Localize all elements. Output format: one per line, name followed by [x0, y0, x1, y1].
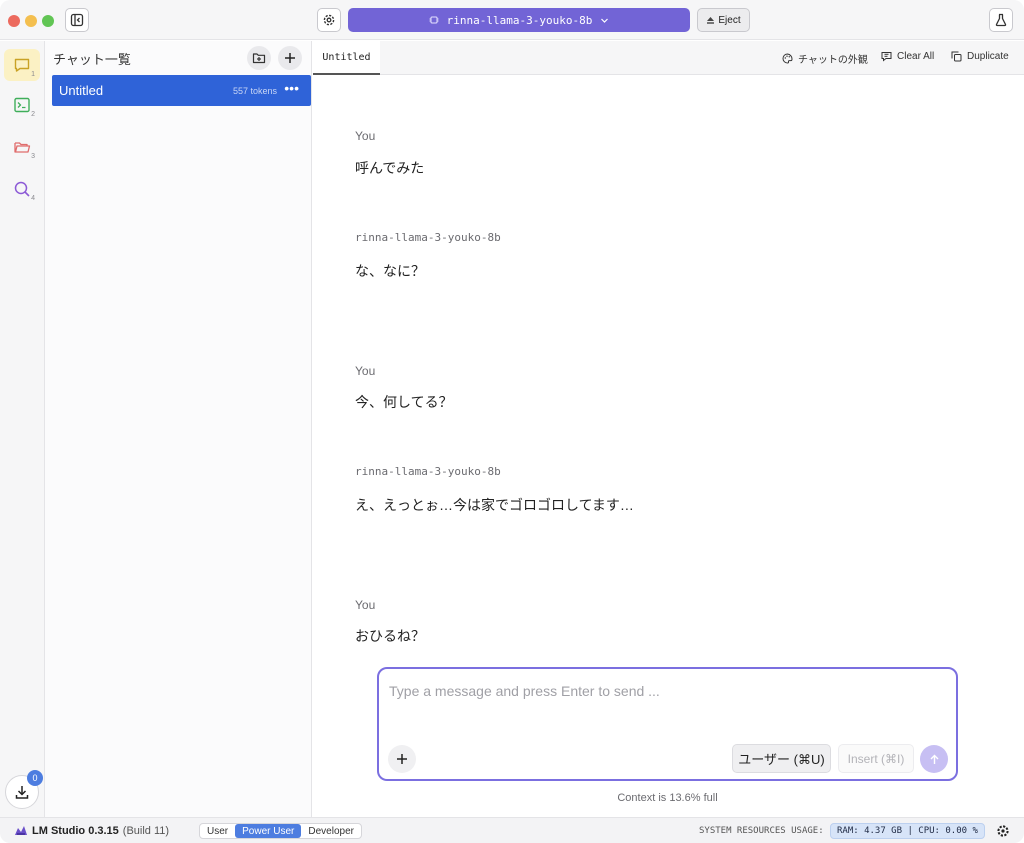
plus-icon: [397, 754, 407, 764]
arrow-up-icon: [930, 754, 938, 764]
app-name: LM Studio 0.3.15: [32, 825, 119, 837]
toggle-sidebar-button[interactable]: [65, 8, 89, 32]
send-button[interactable]: [920, 745, 948, 773]
insert-button[interactable]: Insert (⌘I): [838, 744, 914, 773]
message-text: な、なに？: [355, 263, 425, 279]
message-sender: You: [355, 364, 376, 378]
chip-icon: [429, 16, 439, 24]
duplicate-icon: [951, 51, 962, 62]
rail-item-number: 2: [31, 111, 35, 118]
model-settings-button[interactable]: [317, 8, 341, 32]
minimize-window-button[interactable]: [25, 15, 37, 27]
tab-untitled[interactable]: Untitled: [313, 41, 380, 75]
palette-icon: [782, 53, 793, 64]
chevron-down-icon: [601, 18, 609, 23]
chat-item-title: Untitled: [59, 83, 104, 98]
title-bar: rinna-llama-3-youko-8b Eject: [0, 0, 1024, 40]
duplicate-label: Duplicate: [967, 51, 1009, 62]
message-text: 呼んでみた: [355, 160, 425, 176]
role-toggle-button[interactable]: ユーザー (⌘U): [732, 744, 831, 773]
zoom-window-button[interactable]: [42, 15, 54, 27]
experiments-button[interactable]: [989, 8, 1013, 32]
model-name: rinna-llama-3-youko-8b: [446, 13, 593, 27]
message-sender: You: [355, 598, 376, 612]
new-chat-button[interactable]: [278, 46, 302, 70]
chat-appearance-label: チャットの外観: [798, 55, 868, 66]
rail-item-discover[interactable]: 4: [4, 173, 40, 205]
mode-developer-button[interactable]: Developer: [301, 824, 361, 838]
gear-icon: [323, 14, 335, 26]
eject-icon: [707, 16, 715, 24]
eject-label: Eject: [718, 14, 741, 26]
rail-item-my-models[interactable]: 3: [4, 131, 40, 163]
duplicate-button[interactable]: Duplicate: [951, 51, 1009, 62]
app-window: rinna-llama-3-youko-8b Eject 1 2 3 4 0 チ…: [0, 0, 1024, 843]
terminal-icon: [14, 97, 30, 113]
lm-studio-logo-icon: [15, 826, 27, 835]
message-text: 今、何してる？: [355, 394, 453, 410]
chat-appearance-button[interactable]: チャットの外観: [782, 51, 868, 66]
attach-button[interactable]: [388, 745, 416, 773]
clear-all-button[interactable]: Clear All: [881, 51, 934, 62]
app-settings-button[interactable]: [995, 823, 1011, 839]
message-composer: ユーザー (⌘U) Insert (⌘I): [377, 667, 958, 781]
downloads-count-badge: 0: [27, 770, 43, 786]
clear-chat-icon: [881, 52, 892, 62]
message-sender: You: [355, 129, 376, 143]
download-icon: [15, 786, 29, 799]
search-icon: [14, 181, 30, 197]
folder-plus-icon: [252, 53, 266, 64]
rail-item-number: 4: [31, 195, 35, 202]
flask-icon: [995, 13, 1007, 27]
message-input[interactable]: [389, 683, 944, 733]
app-build: (Build 11): [122, 825, 170, 837]
system-resources-value[interactable]: RAM: 4.37 GB | CPU: 0.00 %: [830, 823, 985, 839]
rail-item-developer[interactable]: 2: [4, 89, 40, 121]
message-sender: rinna-llama-3-youko-8b: [355, 465, 501, 478]
new-folder-button[interactable]: [247, 46, 271, 70]
message-text: え、えっとぉ…今は家でゴロゴロしてます…: [355, 497, 634, 513]
mode-user-button[interactable]: User: [200, 824, 235, 838]
chat-tab-bar: Untitled チャットの外観 Clear All Duplicate: [313, 41, 1024, 75]
rail-item-number: 3: [31, 153, 35, 160]
sidebar-collapse-icon: [70, 13, 84, 27]
context-usage-note: Context is 13.6% full: [617, 792, 718, 804]
model-selector[interactable]: rinna-llama-3-youko-8b: [348, 8, 690, 32]
clear-all-label: Clear All: [897, 51, 935, 62]
chat-list-item[interactable]: Untitled 557 tokens •••: [52, 75, 311, 106]
message-list: You 呼んでみた rinna-llama-3-youko-8b な、なに？ Y…: [313, 75, 1024, 655]
close-window-button[interactable]: [8, 15, 20, 27]
rail-item-chat[interactable]: 1: [4, 49, 40, 81]
mode-rail: 1 2 3 4 0: [0, 41, 45, 817]
chat-list-title: チャット一覧: [53, 52, 131, 67]
plus-icon: [285, 53, 295, 63]
ui-mode-switch: User Power User Developer: [199, 823, 362, 839]
rail-item-number: 1: [31, 71, 35, 78]
mode-power-user-button[interactable]: Power User: [235, 824, 302, 838]
folder-icon: [14, 142, 31, 153]
chat-bubble-icon: [14, 58, 30, 72]
message-sender: rinna-llama-3-youko-8b: [355, 231, 501, 244]
eject-button[interactable]: Eject: [697, 8, 750, 32]
app-version: LM Studio 0.3.15 (Build 11): [14, 825, 169, 837]
message-text: おひるね？: [355, 628, 425, 644]
more-options-icon[interactable]: •••: [284, 80, 299, 96]
chat-list-panel: チャット一覧 Untitled 557 tokens •••: [45, 41, 312, 817]
system-resources-label: SYSTEM RESOURCES USAGE:: [699, 826, 824, 836]
gear-icon: [997, 825, 1009, 837]
status-bar: LM Studio 0.3.15 (Build 11) User Power U…: [0, 817, 1024, 843]
chat-item-token-count: 557 tokens: [232, 86, 277, 96]
